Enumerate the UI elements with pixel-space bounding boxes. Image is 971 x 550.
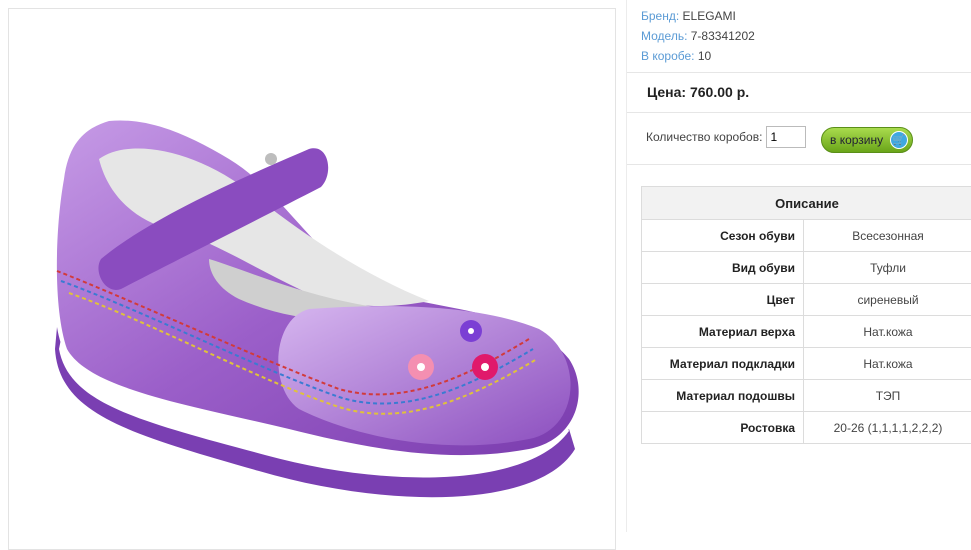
spec-label: Ростовка: [642, 412, 804, 444]
table-row: Материал верхаНат.кожа: [642, 316, 971, 348]
model-value: 7-83341202: [691, 29, 755, 43]
spec-value: Нат.кожа: [804, 348, 971, 380]
spec-label: Цвет: [642, 284, 804, 316]
spec-value: Туфли: [804, 252, 971, 284]
column-divider: [626, 0, 627, 532]
box-value: 10: [698, 49, 711, 63]
table-row: Материал подошвыТЭП: [642, 380, 971, 412]
shoe-image: [9, 9, 615, 533]
brand-value: ELEGAMI: [683, 9, 736, 23]
table-row: Сезон обувиВсесезонная: [642, 220, 971, 252]
divider: [627, 72, 971, 73]
spec-label: Материал подошвы: [642, 380, 804, 412]
spec-label: Материал верха: [642, 316, 804, 348]
spec-value: 20-26 (1,1,1,1,2,2,2): [804, 412, 971, 444]
table-row: Вид обувиТуфли: [642, 252, 971, 284]
model-label: Модель:: [641, 29, 687, 43]
spec-label: Сезон обуви: [642, 220, 804, 252]
spec-value: Нат.кожа: [804, 316, 971, 348]
divider: [627, 112, 971, 113]
spec-value: Всесезонная: [804, 220, 971, 252]
spec-value: ТЭП: [804, 380, 971, 412]
spec-value: сиреневый: [804, 284, 971, 316]
add-to-cart-button[interactable]: в корзину 🛒: [821, 127, 913, 153]
spec-label: Материал подкладки: [642, 348, 804, 380]
table-row: Материал подкладкиНат.кожа: [642, 348, 971, 380]
divider: [627, 164, 971, 165]
quantity-row: Количество коробов:: [646, 126, 806, 148]
price: Цена: 760.00 р.: [647, 84, 749, 100]
brand-row: Бренд: ELEGAMI: [641, 6, 755, 26]
cart-icon: 🛒: [890, 131, 908, 149]
spec-label: Вид обуви: [642, 252, 804, 284]
box-row: В коробе: 10: [641, 46, 755, 66]
quantity-label: Количество коробов:: [646, 130, 762, 144]
description-title: Описание: [642, 187, 971, 220]
model-row: Модель: 7-83341202: [641, 26, 755, 46]
table-row: Ростовка20-26 (1,1,1,1,2,2,2): [642, 412, 971, 444]
description-table: Описание Сезон обувиВсесезонная Вид обув…: [641, 186, 971, 444]
brand-label: Бренд:: [641, 9, 679, 23]
add-to-cart-label: в корзину: [830, 133, 883, 147]
table-row: Цветсиреневый: [642, 284, 971, 316]
quantity-input[interactable]: [766, 126, 806, 148]
box-label: В коробе:: [641, 49, 695, 63]
product-photo[interactable]: [8, 8, 616, 550]
product-info: Бренд: ELEGAMI Модель: 7-83341202 В коро…: [641, 6, 755, 66]
